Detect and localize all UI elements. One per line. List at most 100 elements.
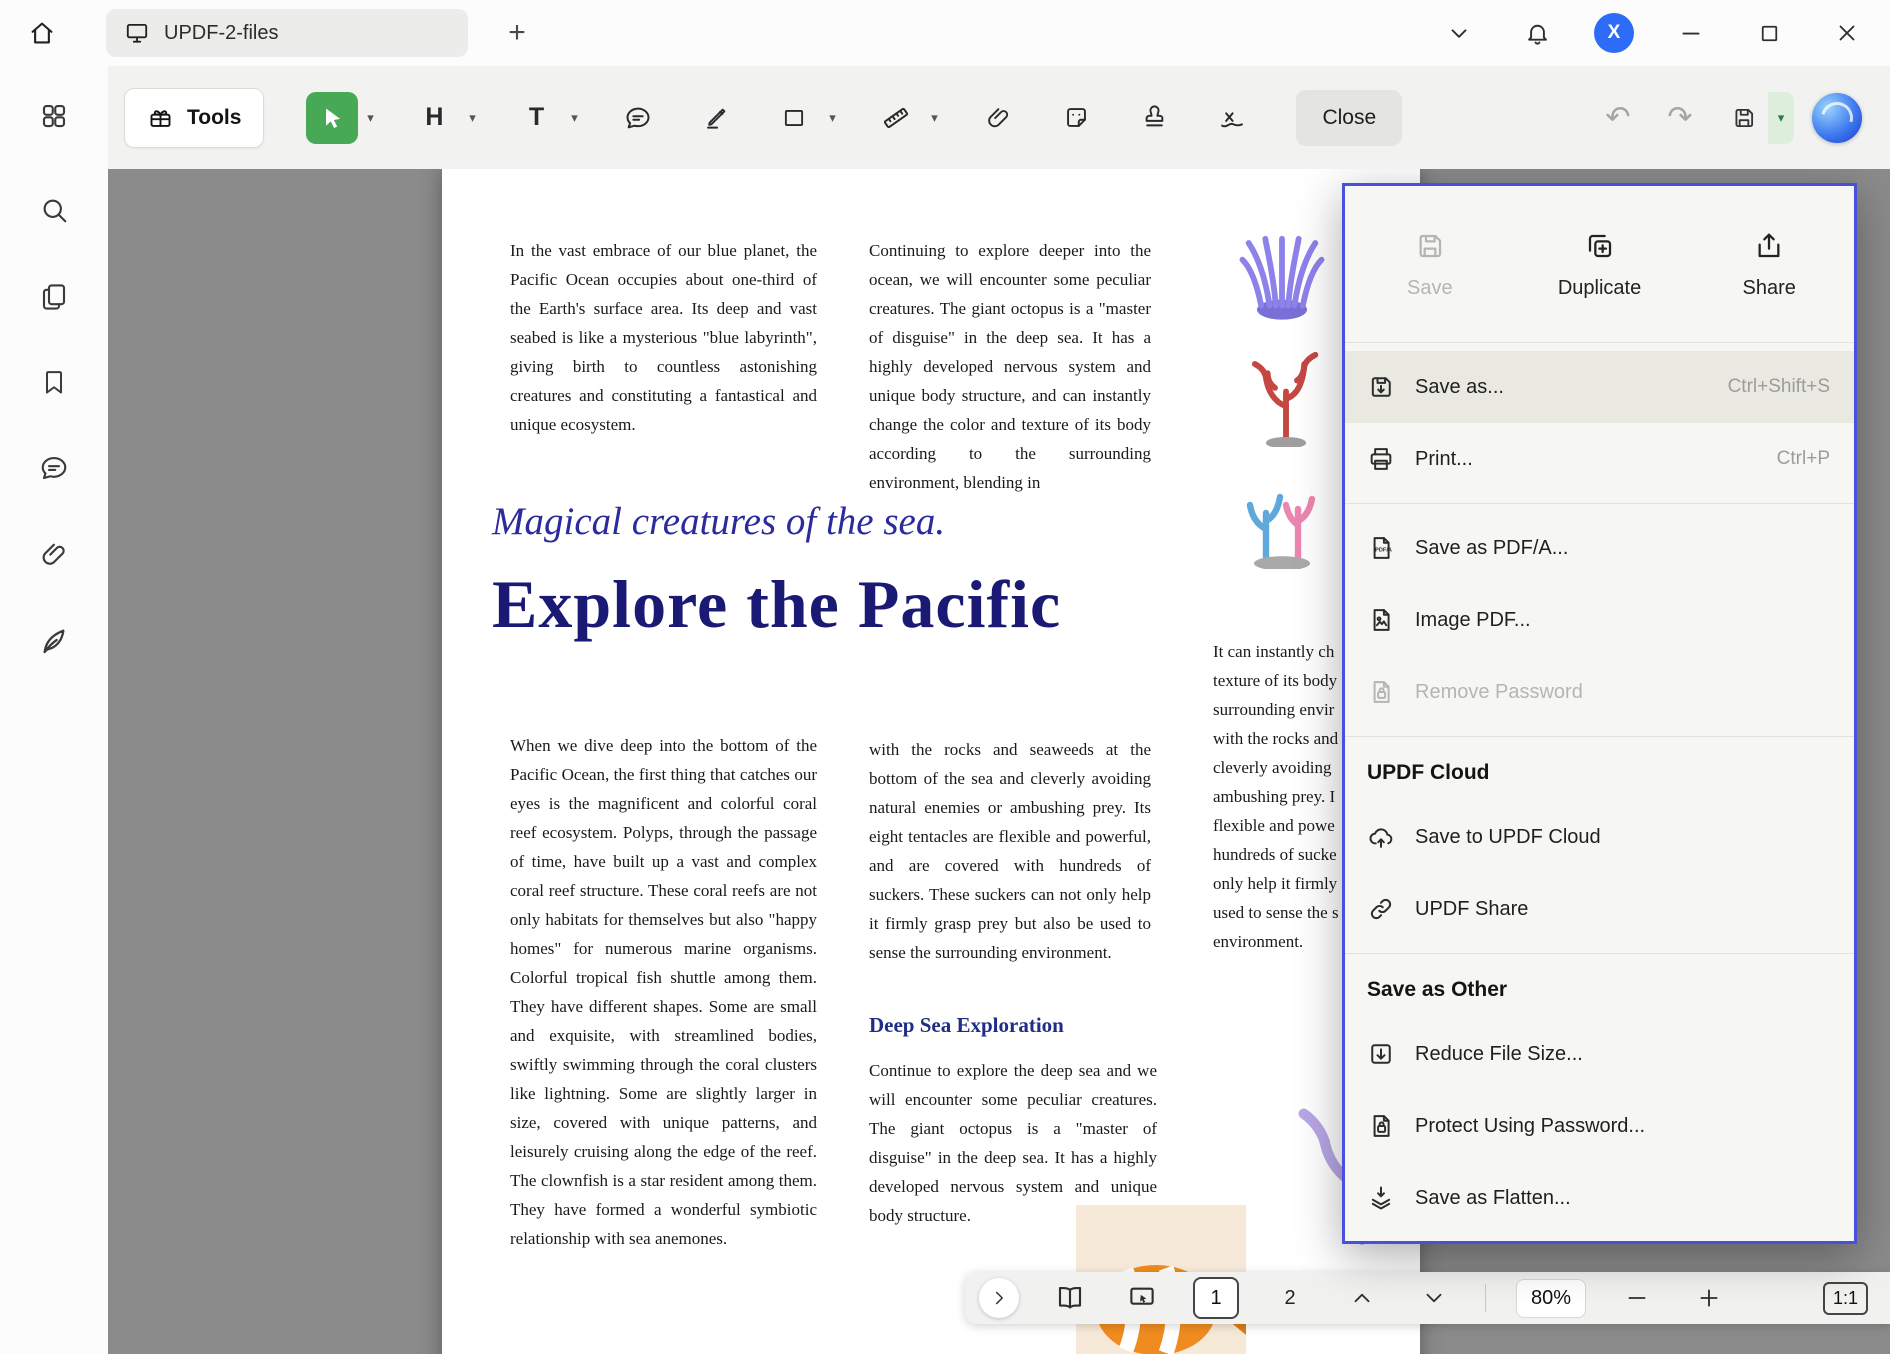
sidebar-panels-button[interactable]: [28, 90, 80, 142]
measure-tool-group: ▾: [870, 92, 946, 144]
document-tab[interactable]: UPDF-2-files: [106, 9, 468, 57]
stamp-tool-button[interactable]: [1128, 92, 1180, 144]
menu-item-save-as[interactable]: Save as... Ctrl+Shift+S: [1345, 351, 1854, 423]
titlebar-right: X: [1438, 12, 1868, 54]
save-as-icon: [1367, 373, 1395, 401]
minimize-button[interactable]: [1670, 12, 1712, 54]
heading-tool-group: H ▾: [408, 92, 484, 144]
chevron-down-icon: ▾: [931, 110, 938, 126]
pdf-page[interactable]: In the vast embrace of our blue planet, …: [442, 169, 1420, 1354]
save-dropdown-button[interactable]: ▾: [1768, 92, 1794, 144]
comment-tool-button[interactable]: [612, 92, 664, 144]
close-edit-button[interactable]: Close: [1296, 90, 1402, 146]
sidebar-attachments-button[interactable]: [28, 528, 80, 580]
sticker-tool-button[interactable]: [1050, 92, 1102, 144]
measure-tool-button[interactable]: [870, 92, 922, 144]
menu-duplicate-button[interactable]: Duplicate: [1515, 230, 1685, 300]
share-icon: [1753, 230, 1785, 262]
menu-item-save-to-cloud[interactable]: Save to UPDF Cloud: [1345, 801, 1854, 873]
menu-item-updf-share[interactable]: UPDF Share: [1345, 873, 1854, 945]
menu-item-print[interactable]: Print... Ctrl+P: [1345, 423, 1854, 495]
signature-tool-button[interactable]: [1206, 92, 1258, 144]
sidebar-ink-sign-button[interactable]: [28, 614, 80, 666]
measure-tool-dropdown[interactable]: ▾: [922, 92, 946, 144]
previous-page-button[interactable]: [1341, 1277, 1383, 1319]
doc-heading-2: Deep Sea Exploration: [869, 1013, 1064, 1038]
doc-title: Explore the Pacific: [492, 565, 1061, 644]
sidebar-comments-button[interactable]: [28, 442, 80, 494]
zoom-in-button[interactable]: [1688, 1277, 1730, 1319]
home-button[interactable]: [18, 9, 66, 57]
shape-tool-dropdown[interactable]: ▾: [820, 92, 844, 144]
titlebar: UPDF-2-files + X: [0, 0, 1890, 66]
heading-tool-dropdown[interactable]: ▾: [460, 92, 484, 144]
chevron-down-icon: [1446, 20, 1472, 46]
expand-bar-button[interactable]: [979, 1278, 1019, 1318]
chevron-down-icon: ▾: [367, 110, 374, 126]
signature-icon: [1218, 104, 1246, 132]
new-tab-button[interactable]: +: [496, 12, 538, 54]
save-button[interactable]: [1720, 92, 1768, 144]
tools-button[interactable]: Tools: [124, 88, 264, 148]
notifications-button[interactable]: [1516, 12, 1558, 54]
heading-tool-button[interactable]: H: [408, 92, 460, 144]
actual-size-button[interactable]: 1:1: [1823, 1282, 1868, 1315]
select-tool-button[interactable]: [306, 92, 358, 144]
chevron-down-icon: [1421, 1285, 1447, 1311]
minus-icon: [1624, 1285, 1650, 1311]
comment-icon: [39, 453, 69, 483]
reduce-file-size-icon: [1367, 1040, 1395, 1068]
sidebar-bookmarks-button[interactable]: [28, 356, 80, 408]
sticker-icon: [1063, 104, 1090, 131]
ruler-icon: [882, 104, 910, 132]
save-menu-top-actions: Save Duplicate Share: [1345, 196, 1854, 334]
plus-icon: +: [508, 16, 526, 50]
sidebar-search-button[interactable]: [28, 184, 80, 236]
menu-share-button[interactable]: Share: [1684, 230, 1854, 300]
text-tool-dropdown[interactable]: ▾: [562, 92, 586, 144]
sea-anemone-image: [1232, 213, 1332, 323]
menu-item-remove-password[interactable]: Remove Password: [1345, 656, 1854, 728]
sidebar-thumbnails-button[interactable]: [28, 270, 80, 322]
menu-section-other: Save as Other: [1345, 962, 1854, 1018]
cloud-upload-icon: [1367, 823, 1395, 851]
doc-paragraph-2: Continuing to explore deeper into the oc…: [869, 236, 1151, 497]
text-letter-icon: T: [529, 103, 544, 132]
pen-tool-button[interactable]: [690, 92, 742, 144]
user-avatar[interactable]: X: [1594, 13, 1634, 53]
next-page-button[interactable]: [1413, 1277, 1455, 1319]
close-window-button[interactable]: [1826, 12, 1868, 54]
maximize-button[interactable]: [1748, 12, 1790, 54]
select-tool-dropdown[interactable]: ▾: [358, 92, 382, 144]
menu-save-button[interactable]: Save: [1345, 230, 1515, 300]
current-page-input[interactable]: 1: [1193, 1277, 1239, 1319]
search-icon: [39, 195, 69, 225]
tab-list-dropdown-button[interactable]: [1438, 12, 1480, 54]
paperclip-icon: [39, 539, 69, 569]
text-tool-button[interactable]: T: [510, 92, 562, 144]
updf-window: UPDF-2-files + X: [0, 0, 1890, 1354]
bookmark-icon: [40, 368, 68, 396]
zoom-level[interactable]: 80%: [1516, 1279, 1586, 1318]
menu-item-reduce-file-size[interactable]: Reduce File Size...: [1345, 1018, 1854, 1090]
bar-divider: [1485, 1284, 1486, 1312]
attach-tool-button[interactable]: [972, 92, 1024, 144]
menu-divider: [1345, 736, 1854, 737]
menu-item-save-as-pdfa[interactable]: PDF/A Save as PDF/A...: [1345, 512, 1854, 584]
zoom-out-button[interactable]: [1616, 1277, 1658, 1319]
menu-item-save-as-flatten[interactable]: Save as Flatten...: [1345, 1162, 1854, 1234]
left-sidebar: [0, 66, 108, 1354]
page-layout-button[interactable]: [1049, 1277, 1091, 1319]
cursor-icon: [319, 105, 345, 131]
menu-item-protect-using-password[interactable]: Protect Using Password...: [1345, 1090, 1854, 1162]
ai-assistant-button[interactable]: [1812, 93, 1862, 143]
shape-tool-button[interactable]: [768, 92, 820, 144]
undo-button[interactable]: ↶: [1596, 96, 1640, 140]
doc-clipped-column: It can instantly ch texture of its body …: [1213, 637, 1339, 956]
doc-paragraph-4: with the rocks and seaweeds at the botto…: [869, 735, 1151, 967]
next-page-number[interactable]: 2: [1269, 1277, 1311, 1319]
redo-button[interactable]: ↷: [1658, 96, 1702, 140]
menu-item-image-pdf[interactable]: Image PDF...: [1345, 584, 1854, 656]
ink-pen-icon: [38, 624, 70, 656]
presentation-mode-button[interactable]: [1121, 1277, 1163, 1319]
